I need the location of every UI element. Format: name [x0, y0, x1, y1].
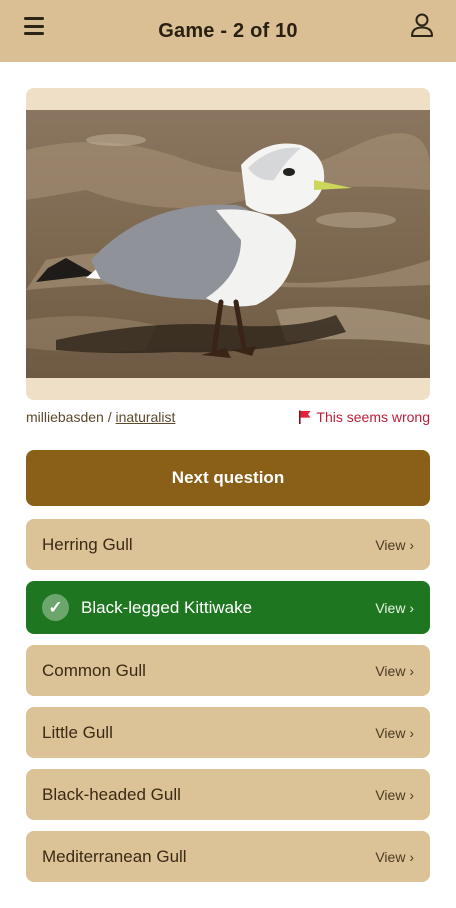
answer-option[interactable]: Herring Gull View › — [26, 519, 430, 570]
answer-option[interactable]: Mediterranean Gull View › — [26, 831, 430, 882]
red-flag-icon — [299, 410, 311, 424]
answer-name: Black-headed Gull — [42, 784, 181, 804]
view-link[interactable]: View › — [375, 787, 414, 803]
user-profile-icon[interactable] — [410, 12, 434, 38]
app-header: Game - 2 of 10 — [0, 0, 456, 62]
photo-credit-row: milliebasden / inaturalist This seems wr… — [26, 405, 430, 429]
answer-name: Herring Gull — [42, 534, 133, 554]
credit-separator: / — [103, 409, 116, 425]
photo-credit: milliebasden / inaturalist — [26, 409, 175, 425]
view-link[interactable]: View › — [375, 537, 414, 553]
answer-name: Mediterranean Gull — [42, 846, 187, 866]
checkmark-icon: ✓ — [42, 594, 69, 621]
next-question-button[interactable]: Next question — [26, 450, 430, 506]
bird-photo-card — [26, 88, 430, 400]
credit-source-link[interactable]: inaturalist — [116, 409, 176, 425]
answer-name: Black-legged Kittiwake — [81, 597, 253, 617]
answer-option-correct[interactable]: ✓ Black-legged Kittiwake View › — [26, 581, 430, 634]
report-label: This seems wrong — [316, 409, 430, 425]
answer-name: Common Gull — [42, 660, 146, 680]
answer-name: Little Gull — [42, 722, 113, 742]
page-title: Game - 2 of 10 — [158, 19, 298, 42]
answer-option[interactable]: Common Gull View › — [26, 645, 430, 696]
bird-photo — [26, 110, 430, 378]
view-link[interactable]: View › — [375, 663, 414, 679]
credit-user: milliebasden — [26, 409, 104, 425]
view-link[interactable]: View › — [375, 725, 414, 741]
answer-option[interactable]: Little Gull View › — [26, 707, 430, 758]
menu-icon[interactable] — [22, 15, 46, 37]
view-link[interactable]: View › — [375, 600, 414, 616]
report-wrong-link[interactable]: This seems wrong — [298, 409, 430, 425]
answer-list: Herring Gull View › ✓ Black-legged Kitti… — [26, 519, 430, 893]
view-link[interactable]: View › — [375, 849, 414, 865]
answer-option[interactable]: Black-headed Gull View › — [26, 769, 430, 820]
